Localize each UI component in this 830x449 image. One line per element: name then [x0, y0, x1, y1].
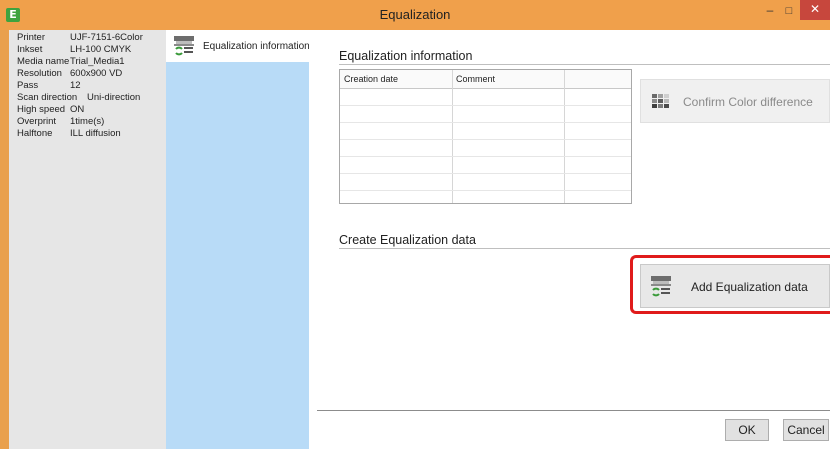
color-patches-icon — [652, 94, 669, 108]
equalization-information-heading: Equalization information — [339, 49, 473, 63]
window-title: Equalization — [379, 7, 451, 22]
info-value: ILL diffusion — [70, 128, 121, 139]
main-content: Equalization information Creation date C… — [309, 30, 830, 449]
cancel-button[interactable]: Cancel — [783, 419, 829, 441]
info-value: 12 — [70, 80, 81, 91]
equalization-data-table[interactable]: Creation date Comment — [339, 69, 632, 204]
minimize-button[interactable]: – — [762, 4, 778, 19]
confirm-color-difference-button[interactable]: Confirm Color difference — [640, 79, 830, 123]
info-key: Inkset — [17, 44, 43, 55]
table-row — [340, 105, 631, 106]
close-button[interactable]: ✕ — [800, 0, 830, 20]
info-key: High speed — [17, 104, 66, 115]
title-bar[interactable]: E Equalization – □ ✕ — [0, 0, 830, 30]
confirm-color-difference-label: Confirm Color difference — [683, 95, 813, 109]
info-value: UJF-7151-6Color — [70, 32, 143, 43]
maximize-button[interactable]: □ — [781, 5, 797, 19]
table-row — [340, 190, 631, 191]
info-value: Uni-direction — [87, 92, 141, 103]
section-divider — [339, 248, 830, 249]
table-header: Creation date Comment — [340, 70, 631, 89]
create-equalization-data-heading: Create Equalization data — [339, 233, 476, 247]
info-key: Overprint — [17, 116, 57, 127]
table-row — [340, 139, 631, 140]
column-divider — [564, 70, 565, 203]
info-value: ON — [70, 104, 85, 115]
info-value: 600x900 VD — [70, 68, 123, 79]
table-row — [340, 156, 631, 157]
table-row — [340, 122, 631, 123]
nav-item-equalization-information[interactable]: Equalization information — [166, 30, 310, 62]
equalization-window: E Equalization – □ ✕ Printer UJF-7151-6C… — [0, 0, 830, 449]
info-value: Trial_Media1 — [70, 56, 125, 67]
client-area: Printer UJF-7151-6Color Inkset LH-100 CM… — [9, 30, 830, 449]
navigation-pane: Equalization information — [166, 30, 310, 449]
add-equalization-data-button[interactable]: Add Equalization data — [640, 264, 830, 308]
add-equalization-data-label: Add Equalization data — [691, 280, 808, 294]
info-key: Halftone — [17, 128, 53, 139]
column-divider — [452, 70, 453, 203]
section-divider — [339, 64, 830, 65]
info-key: Pass — [17, 80, 39, 91]
printer-sync-icon — [651, 276, 671, 297]
info-key: Scan direction — [17, 92, 78, 103]
ok-button[interactable]: OK — [725, 419, 769, 441]
printer-sync-icon — [174, 36, 194, 56]
info-value: LH-100 CMYK — [70, 44, 132, 55]
info-key: Resolution — [17, 68, 62, 79]
column-header-creation-date[interactable]: Creation date — [344, 74, 398, 84]
print-settings-panel: Printer UJF-7151-6Color Inkset LH-100 CM… — [9, 30, 166, 449]
nav-item-label: Equalization information — [203, 41, 310, 52]
table-row — [340, 173, 631, 174]
footer-divider — [317, 410, 830, 411]
info-value: 1time(s) — [70, 116, 105, 127]
column-header-comment[interactable]: Comment — [456, 74, 495, 84]
info-key: Media name — [17, 56, 70, 67]
info-key: Printer — [17, 32, 45, 43]
